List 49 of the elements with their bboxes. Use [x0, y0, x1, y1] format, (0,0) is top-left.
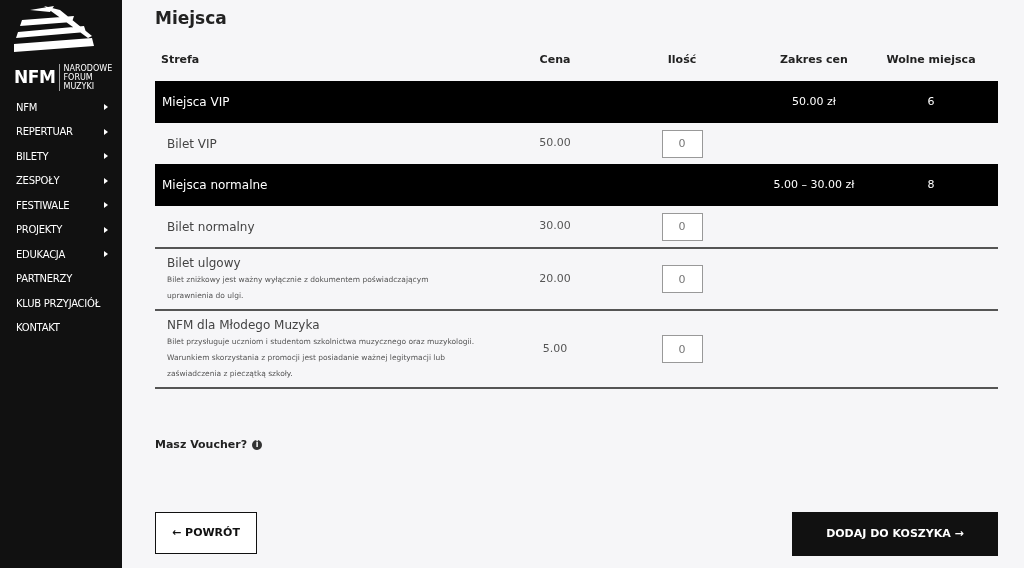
zone-name: Miejsca VIP	[162, 95, 230, 109]
price-range: 5.00 – 30.00 zł	[773, 177, 855, 191]
ticket-name: Bilet normalny	[167, 218, 256, 236]
caret-icon	[104, 202, 108, 209]
ticket-price: 20.00	[539, 271, 571, 285]
ticket-price: 5.00	[542, 341, 568, 355]
add-to-cart-button[interactable]: DODAJ DO KOSZYKA →	[792, 512, 998, 556]
nav-item[interactable]: PROJEKTY	[0, 217, 122, 242]
nav-item[interactable]: PARTNERZY	[0, 266, 122, 291]
zone-name: Miejsca normalne	[162, 178, 268, 192]
voucher-label: Masz Voucher?	[155, 436, 248, 453]
caret-icon	[104, 128, 108, 135]
nav-item[interactable]: BILETY	[0, 144, 122, 169]
nav-item[interactable]: REPERTUAR	[0, 119, 122, 144]
nav-item[interactable]: EDUKACJA	[0, 242, 122, 267]
caret-icon	[104, 153, 108, 160]
caret-icon	[104, 104, 108, 111]
caret-icon	[104, 177, 108, 184]
nav-item[interactable]: KLUB PRZYJACIÓŁ	[0, 291, 122, 316]
nav-item[interactable]: FESTIWALE	[0, 193, 122, 218]
ticket-name: NFM dla Młodego Muzyka	[167, 317, 321, 334]
column-header: Wolne miejsca	[885, 51, 977, 68]
free-seats: 6	[927, 94, 935, 108]
quantity-field[interactable]: 0	[661, 129, 703, 158]
free-seats: 8	[927, 177, 935, 191]
column-header: Zakres cen	[779, 51, 849, 68]
caret-icon	[104, 251, 108, 258]
quantity-field[interactable]: 0	[661, 335, 703, 363]
column-header: Strefa	[160, 51, 201, 68]
info-icon[interactable]: i	[252, 440, 263, 450]
column-header: Ilość	[666, 51, 698, 68]
ticket-name: Bilet ulgowy	[167, 255, 242, 272]
logo-subtitle: NARODOWE	[63, 64, 113, 73]
ticket-price: 50.00	[539, 136, 571, 150]
caret-icon	[104, 226, 108, 233]
price-range: 50.00 zł	[792, 94, 836, 108]
ticket-name: Bilet VIP	[167, 135, 218, 153]
quantity-field[interactable]: 0	[661, 265, 703, 293]
nav-item[interactable]: NFM	[0, 95, 122, 120]
page-title: Miejsca	[155, 7, 228, 28]
quantity-field[interactable]: 0	[661, 212, 703, 241]
back-button[interactable]: ← POWRÓT	[155, 512, 257, 554]
logo-subtitle: FORUM	[63, 73, 94, 82]
column-header: Cena	[538, 51, 572, 68]
logo-text: NFM	[14, 69, 56, 86]
logo-subtitle: MUZYKI	[63, 82, 96, 91]
nav-item[interactable]: KONTAKT	[0, 315, 122, 340]
nav-item[interactable]: ZESPOŁY	[0, 168, 122, 193]
ticket-price: 30.00	[539, 219, 571, 233]
